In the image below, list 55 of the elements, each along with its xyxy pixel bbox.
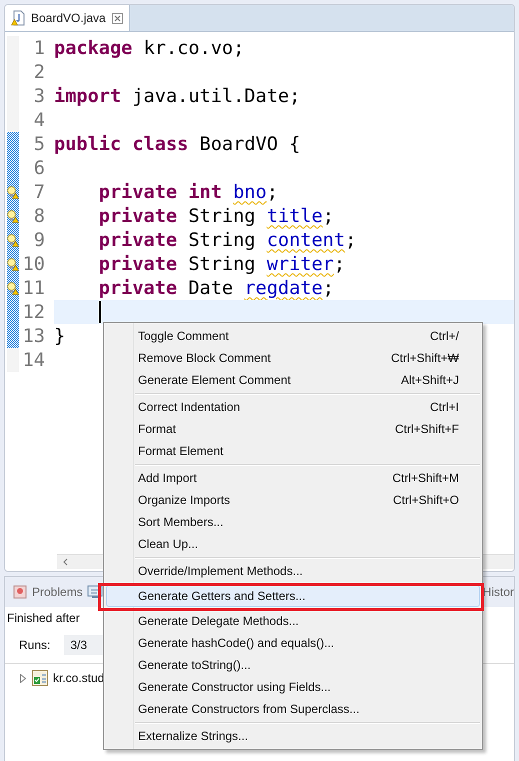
menu-item[interactable]: Generate Constructors from Superclass...: [106, 698, 480, 720]
menu-item[interactable]: Format Ctrl+Shift+F: [106, 418, 480, 440]
line-number: 8: [32, 206, 45, 226]
code-line: public class BoardVO {: [54, 132, 300, 156]
line-number: 2: [32, 62, 45, 82]
lightbulb-warning-icon[interactable]: [7, 258, 19, 270]
code-line: import java.util.Date;: [54, 84, 300, 108]
problems-icon: [13, 585, 27, 599]
line-number: 13: [22, 326, 45, 346]
tree-item[interactable]: kr.co.stud: [53, 671, 104, 685]
line-number: 6: [32, 158, 45, 178]
lightbulb-warning-icon[interactable]: [7, 234, 19, 246]
lightbulb-warning-icon[interactable]: [7, 186, 19, 198]
java-file-warning-icon: [11, 10, 25, 26]
menu-item[interactable]: Correct Indentation Ctrl+I: [106, 396, 480, 418]
code-line: }: [54, 324, 66, 348]
menu-item[interactable]: Format Element: [106, 440, 480, 462]
lightbulb-warning-icon[interactable]: [7, 210, 19, 222]
line-number: 4: [32, 110, 45, 130]
runs-label: Runs:: [19, 638, 50, 652]
menu-item[interactable]: Organize Imports Ctrl+Shift+O: [106, 489, 480, 511]
line-number: 7: [32, 182, 45, 202]
line-number: 10: [22, 254, 45, 274]
menu-item[interactable]: Override/Implement Methods...: [106, 560, 480, 582]
code-line: private String content;: [98, 228, 356, 252]
code-line: private int bno;: [98, 180, 278, 204]
menu-item[interactable]: Add Import Ctrl+Shift+M: [106, 467, 480, 489]
menu-item[interactable]: Generate Element Comment Alt+Shift+J: [106, 369, 480, 391]
line-number: 9: [32, 230, 45, 250]
line-number: 3: [32, 86, 45, 106]
test-suite-icon: [32, 670, 48, 686]
menu-item[interactable]: Clean Up...: [106, 533, 480, 555]
code-line: package kr.co.vo;: [54, 36, 244, 60]
expand-arrow-icon[interactable]: [19, 674, 27, 682]
menu-item[interactable]: Remove Block Comment Ctrl+Shift+₩: [106, 347, 480, 369]
code-line: private String title;: [98, 204, 334, 228]
menu-item[interactable]: Sort Members...: [106, 511, 480, 533]
line-number: 12: [22, 302, 45, 322]
status-text: Finished after: [6, 610, 81, 627]
close-icon[interactable]: [112, 12, 123, 24]
editor-tab[interactable]: BoardVO.java: [5, 5, 130, 31]
line-number: 5: [32, 134, 45, 154]
code-line: private Date regdate;: [98, 276, 334, 300]
menu-item[interactable]: Externalize Strings...: [106, 725, 480, 747]
menu-item[interactable]: Generate Delegate Methods...: [106, 610, 480, 632]
view-tab[interactable]: Problems: [13, 585, 83, 599]
menu-item[interactable]: Generate toString()...: [106, 654, 480, 676]
line-number: 14: [22, 350, 45, 370]
menu-item[interactable]: Generate Getters and Setters...: [106, 585, 480, 607]
line-number: 1: [32, 38, 45, 58]
line-number: 11: [22, 278, 45, 298]
lightbulb-warning-icon[interactable]: [7, 282, 19, 294]
code-line: private String writer;: [98, 252, 346, 276]
menu-item[interactable]: Toggle Comment Ctrl+/: [106, 325, 480, 347]
menu-item[interactable]: Generate Constructor using Fields...: [106, 676, 480, 698]
